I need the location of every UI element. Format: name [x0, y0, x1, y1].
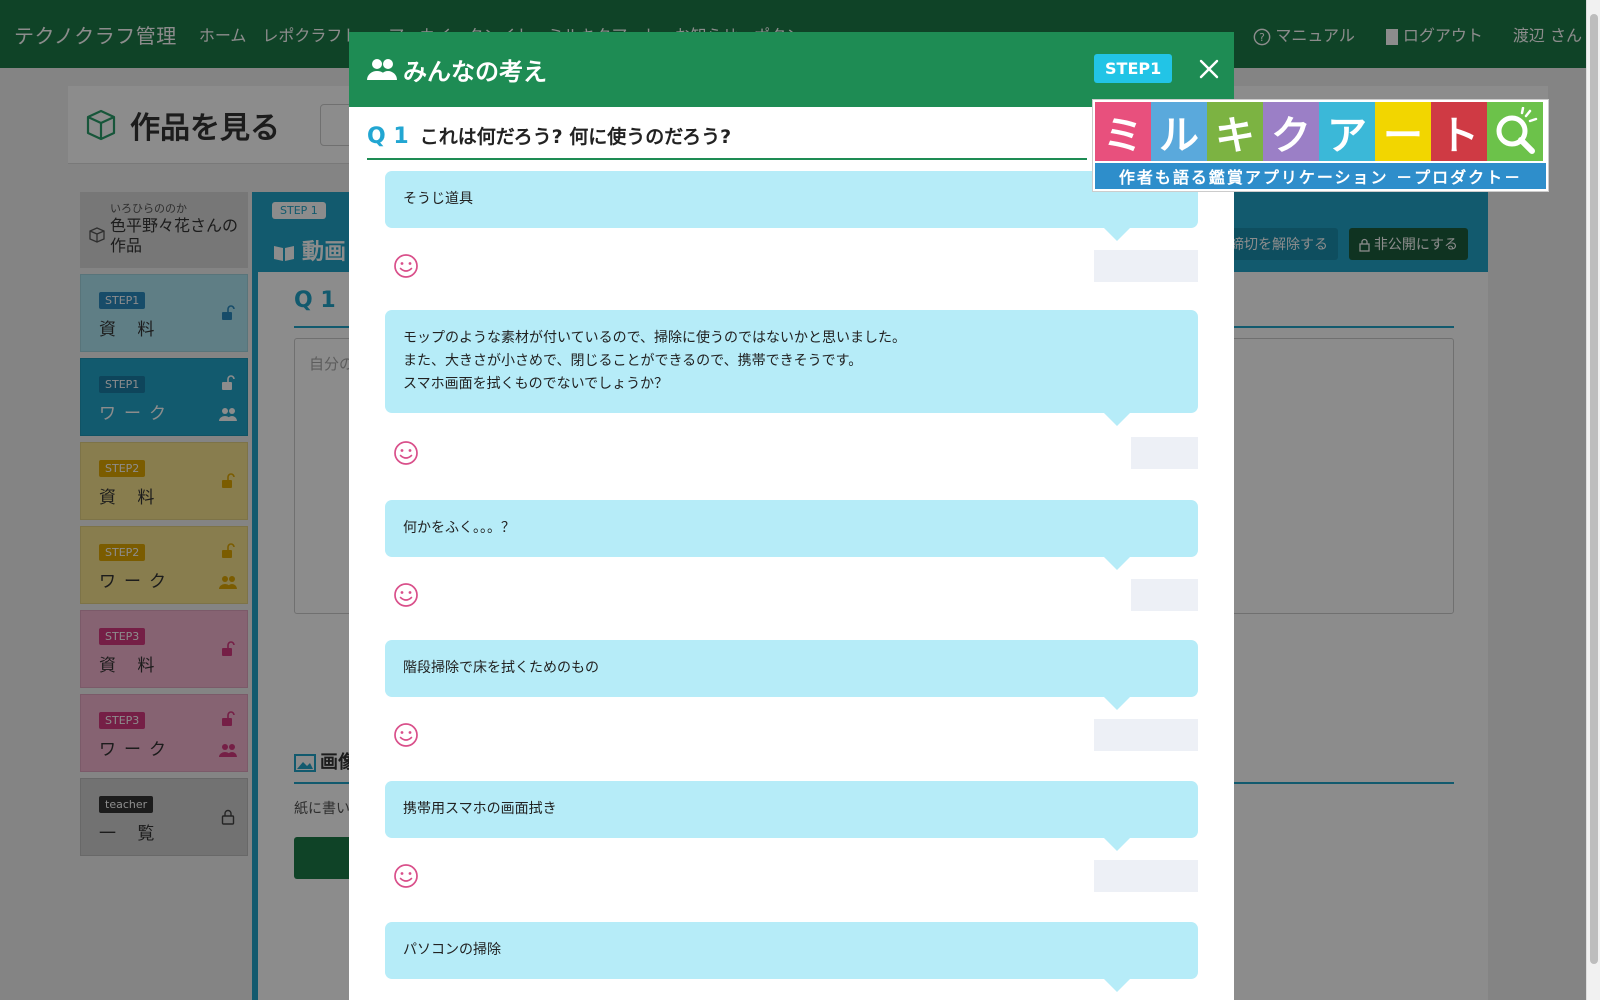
magnifier-icon: [1487, 102, 1543, 161]
logo-tile: キ: [1207, 102, 1263, 161]
modal-title: みんなの考え: [403, 58, 547, 86]
page-scrollbar[interactable]: [1586, 0, 1600, 1000]
question-text: これは何だろう? 何に使うのだろう?: [419, 126, 732, 148]
answer-author: [1094, 250, 1198, 282]
answer-item: そうじ道具: [385, 171, 1198, 282]
answer-author: [1094, 860, 1198, 892]
smile-icon[interactable]: [393, 253, 419, 279]
modal-header: みんなの考え STEP1: [349, 32, 1234, 107]
smile-icon[interactable]: [393, 722, 419, 748]
smile-icon[interactable]: [393, 440, 419, 466]
answer-bubble: 階段掃除で床を拭くためのもの: [385, 640, 1198, 710]
logo-tile: ク: [1263, 102, 1319, 161]
logo-tile: ト: [1431, 102, 1487, 161]
answer-item: 何かをふく。。。？: [385, 500, 1198, 611]
answer-author: [1131, 437, 1198, 469]
smile-icon[interactable]: [393, 582, 419, 608]
answer-item: モップのような素材が付いているので、掃除に使うのではないかと思いました。 また、…: [385, 310, 1198, 469]
answer-item: パソコンの掃除: [385, 922, 1198, 992]
scrollbar-thumb[interactable]: [1590, 14, 1598, 964]
question-row: Q 1 これは何だろう? 何に使うのだろう?: [367, 122, 1087, 160]
logo-tiles: ミ ル キ ク ア ー ト: [1095, 102, 1543, 161]
answer-bubble: 携帯用スマホの画面拭き: [385, 781, 1198, 851]
answer-bubble: 何かをふく。。。？: [385, 500, 1198, 570]
answer-author: [1094, 719, 1198, 751]
answer-bubble: パソコンの掃除: [385, 922, 1198, 992]
mirukiqart-logo: ミ ル キ ク ア ー ト 作者も語る鑑賞アプリケーション －プロダクト－: [1092, 99, 1549, 192]
question-number: Q 1: [367, 124, 409, 149]
close-icon[interactable]: [1194, 54, 1224, 84]
logo-tile: ル: [1151, 102, 1207, 161]
answer-item: 階段掃除で床を拭くためのもの: [385, 640, 1198, 751]
answer-bubble: そうじ道具: [385, 171, 1198, 241]
logo-tile: ア: [1319, 102, 1375, 161]
people-icon: [367, 59, 397, 80]
answer-item: 携帯用スマホの画面拭き: [385, 781, 1198, 892]
logo-tagline: 作者も語る鑑賞アプリケーション －プロダクト－: [1095, 163, 1546, 189]
answer-author: [1131, 579, 1198, 611]
answer-bubble: モップのような素材が付いているので、掃除に使うのではないかと思いました。 また、…: [385, 310, 1198, 426]
smile-icon[interactable]: [393, 863, 419, 889]
logo-tile: ー: [1375, 102, 1431, 161]
logo-tile: ミ: [1095, 102, 1151, 161]
step-badge: STEP1: [1094, 54, 1173, 83]
